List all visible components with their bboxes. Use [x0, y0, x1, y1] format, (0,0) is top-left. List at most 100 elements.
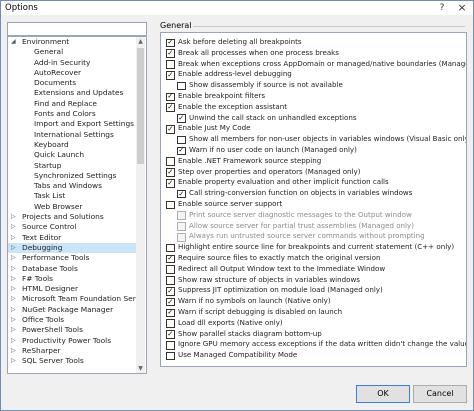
tree-item[interactable]: ◢ Environment [8, 37, 136, 47]
collapsed-arrow-icon[interactable]: ▷ [11, 284, 16, 294]
option-checkbox[interactable] [166, 286, 175, 296]
tree-item-label: Microsoft Team Foundation Server 20 [22, 294, 136, 304]
tree-item[interactable]: ▷ SQL Server Tools [8, 356, 136, 366]
collapsed-arrow-icon[interactable]: ▷ [11, 315, 16, 325]
collapsed-arrow-icon[interactable]: ▷ [11, 356, 16, 366]
collapsed-arrow-icon[interactable]: ▷ [11, 336, 16, 346]
option-checkbox[interactable] [166, 167, 175, 177]
tree-item[interactable]: ▷ Microsoft Team Foundation Server 20 [8, 294, 136, 304]
help-button[interactable]: ? [433, 1, 451, 15]
collapsed-arrow-icon[interactable]: ▷ [11, 233, 16, 243]
option-checkbox[interactable] [166, 340, 175, 350]
scroll-thumb[interactable] [137, 48, 144, 164]
tree-item[interactable]: Keyboard [8, 140, 136, 150]
collapsed-arrow-icon[interactable]: ▷ [11, 305, 16, 315]
option-checkbox[interactable] [166, 70, 175, 80]
option-checkbox[interactable] [177, 135, 186, 145]
option-checkbox[interactable] [166, 265, 175, 274]
option-checkbox[interactable] [166, 60, 175, 69]
option-checkbox[interactable] [166, 91, 175, 101]
tree-item[interactable]: ▷ Office Tools [8, 315, 136, 325]
tree-item[interactable]: ▷ Performance Tools [8, 253, 136, 263]
option-label: Enable property evaluation and other imp… [178, 177, 389, 187]
tree-item[interactable]: Add-in Security [8, 58, 136, 68]
option-checkbox [177, 232, 186, 242]
collapsed-arrow-icon[interactable]: ▷ [11, 264, 16, 274]
option-checkbox[interactable] [166, 351, 175, 361]
tree-item[interactable]: Extensions and Updates [8, 88, 136, 98]
tree-item[interactable]: ▷ Debugging [8, 242, 136, 254]
option-checkbox[interactable] [166, 124, 175, 134]
collapsed-arrow-icon[interactable]: ▷ [11, 253, 16, 263]
tree-item[interactable]: ▷ Source Control [8, 222, 136, 232]
collapsed-arrow-icon[interactable]: ▷ [11, 294, 16, 304]
option-checkbox[interactable] [177, 189, 186, 199]
tree-item-label: Task List [34, 191, 66, 201]
option-checkbox[interactable] [166, 307, 175, 317]
option-checkbox[interactable] [166, 200, 175, 210]
tree-item[interactable]: ▷ PowerShell Tools [8, 325, 136, 335]
tree-item[interactable]: AutoRecover [8, 68, 136, 78]
tree-item-label: Database Tools [22, 263, 78, 273]
tree-item-label: Projects and Solutions [22, 212, 104, 222]
resize-grip-icon[interactable]: ⋰ [463, 400, 471, 408]
collapsed-arrow-icon[interactable]: ▷ [11, 325, 16, 335]
tree-item[interactable]: ▷ Projects and Solutions [8, 212, 136, 222]
tree-item[interactable]: Find and Replace [8, 99, 136, 109]
option-checkbox[interactable] [166, 253, 175, 263]
tree-item[interactable]: ▷ Database Tools [8, 264, 136, 274]
tree-scrollbar[interactable]: ▲ ▼ [136, 37, 145, 373]
tree-item[interactable]: Import and Export Settings [8, 119, 136, 129]
option-checkbox[interactable] [177, 113, 186, 123]
tree-item[interactable]: Fonts and Colors [8, 109, 136, 119]
tree-item[interactable]: ▷ NuGet Package Manager [8, 305, 136, 315]
tree-item[interactable]: ▷ HTML Designer [8, 284, 136, 294]
tree-item[interactable]: Quick Launch [8, 150, 136, 160]
option-label: Warn if script debugging is disabled on … [178, 307, 343, 316]
tree-item[interactable]: Documents [8, 78, 136, 88]
cancel-button[interactable]: Cancel [413, 385, 467, 403]
option-checkbox[interactable] [166, 178, 175, 188]
option-checkbox[interactable] [166, 319, 175, 328]
tree-item[interactable]: Synchronized Settings [8, 171, 136, 181]
option-checkbox[interactable] [166, 243, 175, 253]
collapsed-arrow-icon[interactable]: ▷ [11, 212, 16, 222]
tree-item[interactable]: General [8, 47, 136, 57]
option-label: Enable breakpoint filters [178, 91, 266, 100]
tree-item[interactable]: Tabs and Windows [8, 181, 136, 191]
tree-item[interactable]: ▷ Productivity Power Tools [8, 336, 136, 346]
collapsed-arrow-icon[interactable]: ▷ [11, 222, 16, 232]
option-checkbox[interactable] [166, 157, 175, 166]
option-checkbox[interactable] [177, 145, 186, 155]
expanded-arrow-icon[interactable]: ◢ [11, 37, 16, 47]
scroll-up-icon[interactable]: ▲ [136, 37, 145, 46]
option-checkbox[interactable] [166, 37, 175, 47]
tree-item-label: F# Tools [22, 273, 53, 283]
tree-item[interactable]: Web Browser [8, 202, 136, 212]
tree-item[interactable]: ▷ F# Tools [8, 274, 136, 284]
option-label: Allow source server for partial trust as… [189, 220, 414, 230]
collapsed-arrow-icon[interactable]: ▷ [11, 243, 16, 253]
tree-item[interactable]: Startup [8, 161, 136, 171]
ok-button[interactable]: OK [356, 385, 410, 403]
option-checkbox[interactable] [166, 276, 175, 285]
tree-item-label: HTML Designer [22, 284, 79, 294]
tree-item[interactable]: ▷ Text Editor [8, 233, 136, 243]
tree-item[interactable]: International Settings [8, 130, 136, 140]
search-box[interactable] [7, 22, 147, 36]
search-input[interactable] [8, 23, 132, 33]
close-button[interactable]: × [453, 1, 471, 15]
option-checkbox[interactable] [166, 102, 175, 112]
tree-item-label: Debugging [22, 242, 63, 252]
tree-item-label: SQL Server Tools [22, 356, 84, 366]
options-tree[interactable]: ◢ Environment General Add-in Security AutoRe… [7, 36, 147, 374]
collapsed-arrow-icon[interactable]: ▷ [11, 346, 16, 356]
option-checkbox[interactable] [166, 329, 175, 339]
collapsed-arrow-icon[interactable]: ▷ [11, 274, 16, 284]
tree-item[interactable]: ▷ ReSharper [8, 346, 136, 356]
option-checkbox[interactable] [177, 81, 186, 91]
option-checkbox[interactable] [166, 297, 175, 307]
scroll-down-icon[interactable]: ▼ [136, 364, 145, 373]
option-checkbox[interactable] [166, 48, 175, 58]
tree-item[interactable]: Task List [8, 191, 136, 201]
